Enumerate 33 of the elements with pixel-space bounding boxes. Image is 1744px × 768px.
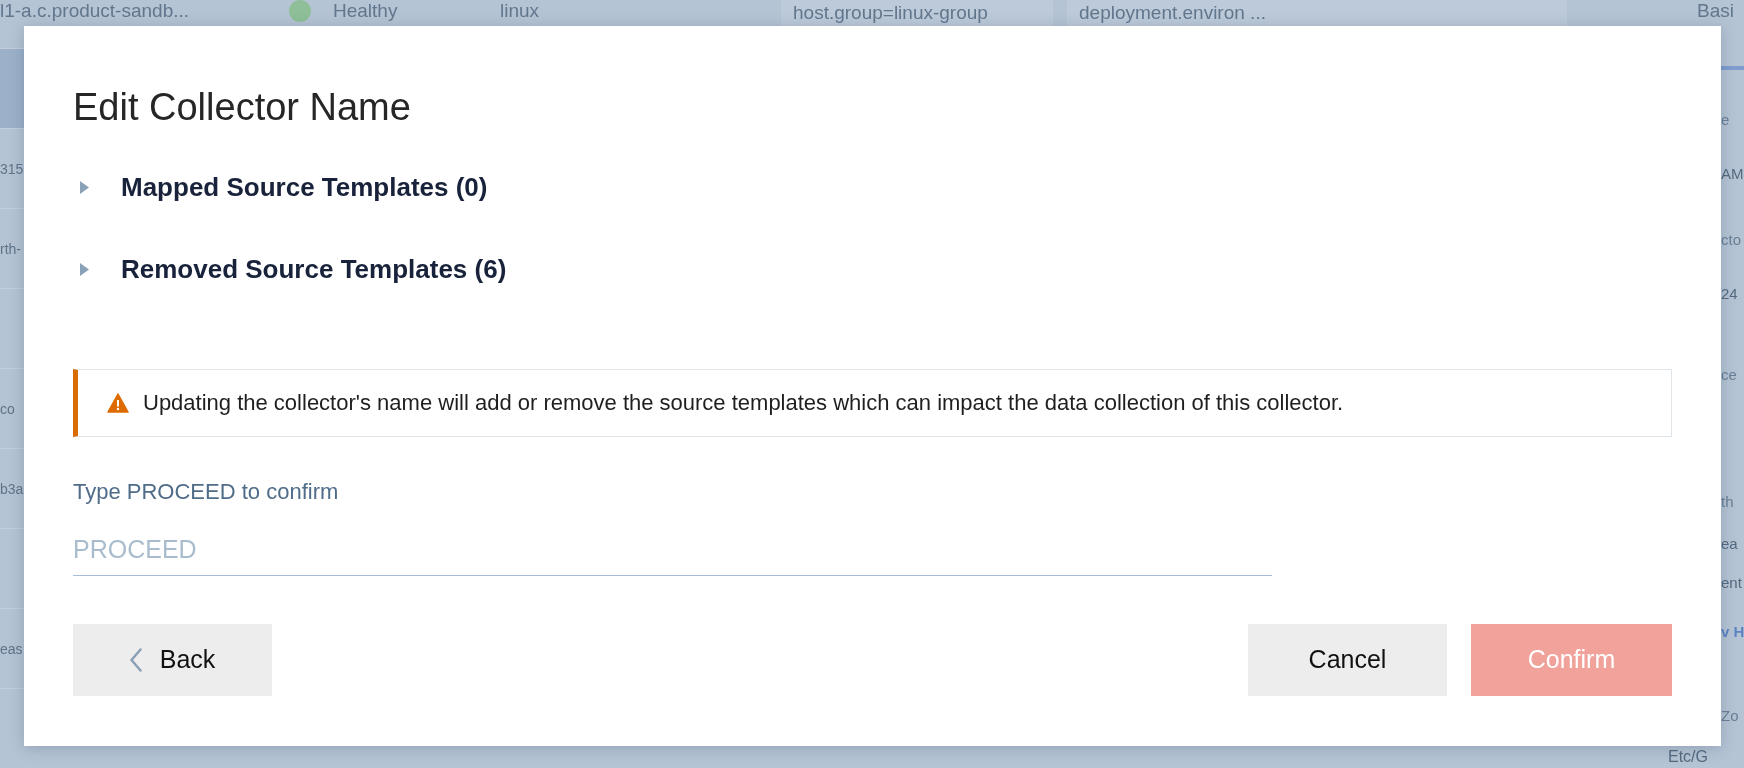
tab[interactable]: Basi bbox=[1697, 0, 1744, 22]
warning-message: Updating the collector's name will add or remove the source templates which can impact the data collection of this collector. bbox=[143, 390, 1344, 416]
collector-name: l1-a.c.product-sandb... bbox=[0, 0, 191, 22]
field-value: 24 bbox=[1721, 284, 1738, 304]
field-value: AM bbox=[1721, 164, 1744, 184]
os-label: linux bbox=[500, 0, 541, 22]
table-cell-text: b3a bbox=[0, 479, 24, 499]
back-button[interactable]: Back bbox=[73, 624, 272, 696]
tag: host.group=linux-group bbox=[781, 0, 1053, 26]
field-label: e bbox=[1721, 110, 1730, 130]
field-label: cto bbox=[1721, 230, 1741, 250]
tag: deployment.environ ... bbox=[1067, 0, 1567, 26]
confirm-input[interactable]: PROCEED bbox=[73, 524, 1272, 576]
table-cell-text: rth- bbox=[0, 239, 21, 259]
field-label: Type PROCEED to confirm bbox=[73, 480, 339, 504]
field-value: ea bbox=[1721, 534, 1738, 554]
cancel-button[interactable]: Cancel bbox=[1248, 624, 1447, 696]
table-row[interactable] bbox=[0, 49, 24, 129]
table-cell-text: co bbox=[0, 399, 15, 419]
section-toggle[interactable]: Removed Source Templates (6) bbox=[73, 249, 507, 289]
table-cell-text: 315 bbox=[0, 159, 24, 179]
status-label: Healthy bbox=[333, 0, 398, 22]
chevron-left-icon bbox=[129, 648, 142, 672]
warning-icon bbox=[107, 393, 129, 413]
field-label: th bbox=[1721, 492, 1734, 512]
table-cell-text: eas bbox=[0, 639, 23, 659]
section-toggle[interactable]: Mapped Source Templates (0) bbox=[73, 167, 488, 207]
field-label: ce bbox=[1721, 365, 1737, 385]
field-value: Etc/G bbox=[1668, 747, 1708, 767]
dialog-title: Edit Collector Name bbox=[73, 85, 411, 129]
link[interactable]: v H bbox=[1721, 622, 1744, 642]
field-value: ent bbox=[1721, 573, 1742, 593]
field-label: Zo bbox=[1721, 706, 1739, 726]
